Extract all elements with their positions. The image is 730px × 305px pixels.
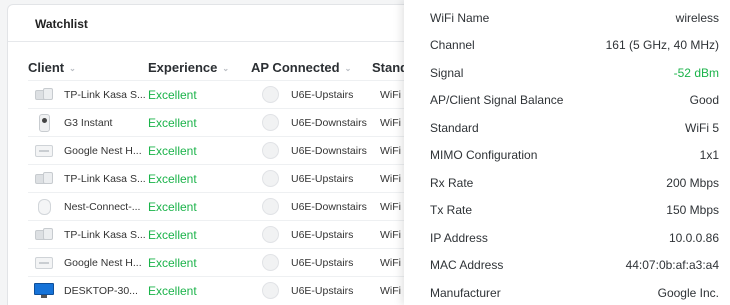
detail-row-ip-address: IP Address 10.0.0.86: [430, 228, 719, 248]
detail-value: WiFi 5: [685, 121, 719, 135]
smart-plug-icon: [32, 165, 56, 192]
client-name: Google Nest H...: [64, 144, 142, 157]
watchlist-divider: [8, 41, 466, 42]
detail-value: 1x1: [699, 148, 719, 162]
detail-row-wifi-name: WiFi Name wireless: [430, 8, 719, 28]
client-name: TP-Link Kasa S...: [64, 88, 146, 101]
detail-label: Manufacturer: [430, 286, 501, 300]
client-name: TP-Link Kasa S...: [64, 228, 146, 241]
table-row[interactable]: Google Nest H... Excellent U6E-Upstairs …: [28, 248, 468, 275]
detail-value: -52 dBm: [673, 66, 719, 80]
ap-connected-name: U6E-Downstairs: [291, 144, 367, 157]
client-name: Google Nest H...: [64, 256, 142, 269]
table-row[interactable]: TP-Link Kasa S... Excellent U6E-Upstairs…: [28, 164, 468, 191]
column-header-client-label: Client: [28, 60, 65, 75]
camera-icon: [32, 109, 56, 136]
table-row[interactable]: Google Nest H... Excellent U6E-Downstair…: [28, 136, 468, 163]
detail-label: WiFi Name: [430, 11, 490, 25]
column-header-standard-label: Stand: [372, 60, 409, 75]
table-row[interactable]: TP-Link Kasa S... Excellent U6E-Upstairs…: [28, 220, 468, 247]
experience-status: Excellent: [148, 143, 197, 158]
detail-label: Signal: [430, 66, 464, 80]
watchlist-panel: Watchlist Client ⌄ Experience ⌄ AP Conne…: [7, 4, 468, 305]
detail-value: 161 (5 GHz, 40 MHz): [605, 38, 719, 52]
column-header-ap-connected-label: AP Connected: [251, 60, 340, 75]
detail-row-tx-rate: Tx Rate 150 Mbps: [430, 200, 719, 220]
experience-status: Excellent: [148, 227, 197, 242]
experience-status: Excellent: [148, 283, 197, 298]
experience-status: Excellent: [148, 115, 197, 130]
experience-status: Excellent: [148, 171, 197, 186]
detail-row-signal-balance: AP/Client Signal Balance Good: [430, 90, 719, 110]
detail-value: Google Inc.: [657, 286, 719, 300]
sort-chevron-icon: ⌄: [344, 64, 352, 73]
detail-label: Channel: [430, 38, 475, 52]
column-header-client[interactable]: Client ⌄: [28, 60, 76, 75]
ap-connected-name: U6E-Upstairs: [291, 228, 354, 241]
detail-label: IP Address: [430, 231, 488, 245]
detail-label: AP/Client Signal Balance: [430, 93, 564, 107]
detail-row-mimo: MIMO Configuration 1x1: [430, 145, 719, 165]
hub-icon: [32, 137, 56, 164]
access-point-icon: [260, 277, 280, 304]
nest-connect-icon: [32, 193, 56, 220]
watchlist-title: Watchlist: [35, 17, 88, 31]
column-header-experience[interactable]: Experience ⌄: [148, 60, 229, 75]
desktop-icon: [32, 277, 56, 304]
detail-value: 44:07:0b:af:a3:a4: [625, 258, 719, 272]
detail-row-rx-rate: Rx Rate 200 Mbps: [430, 173, 719, 193]
smart-plug-icon: [32, 221, 56, 248]
ap-connected-name: U6E-Upstairs: [291, 256, 354, 269]
client-name: TP-Link Kasa S...: [64, 172, 146, 185]
ap-connected-name: U6E-Downstairs: [291, 116, 367, 129]
detail-value: wireless: [675, 11, 719, 25]
table-row[interactable]: G3 Instant Excellent U6E-Downstairs WiFi…: [28, 108, 468, 135]
access-point-icon: [260, 249, 280, 276]
detail-label: Rx Rate: [430, 176, 474, 190]
column-header-experience-label: Experience: [148, 60, 218, 75]
access-point-icon: [260, 81, 280, 108]
table-row[interactable]: Nest-Connect-... Excellent U6E-Downstair…: [28, 192, 468, 219]
hub-icon: [32, 249, 56, 276]
table-row[interactable]: DESKTOP-30... Excellent U6E-Upstairs WiF…: [28, 276, 468, 303]
detail-row-manufacturer: Manufacturer Google Inc.: [430, 283, 719, 303]
smart-plug-icon: [32, 81, 56, 108]
detail-value: Good: [689, 93, 719, 107]
sort-chevron-icon: ⌄: [69, 64, 76, 73]
detail-label: Standard: [430, 121, 479, 135]
ap-connected-name: U6E-Upstairs: [291, 88, 354, 101]
client-name: Nest-Connect-...: [64, 200, 141, 213]
client-name: G3 Instant: [64, 116, 113, 129]
experience-status: Excellent: [148, 199, 197, 214]
detail-value: 150 Mbps: [666, 203, 719, 217]
detail-row-signal: Signal -52 dBm: [430, 63, 719, 83]
access-point-icon: [260, 193, 280, 220]
detail-value: 10.0.0.86: [668, 231, 719, 245]
detail-row-mac-address: MAC Address 44:07:0b:af:a3:a4: [430, 255, 719, 275]
detail-label: Tx Rate: [430, 203, 473, 217]
detail-label: MAC Address: [430, 258, 504, 272]
access-point-icon: [260, 165, 280, 192]
column-header-ap-connected[interactable]: AP Connected ⌄: [251, 60, 351, 75]
client-name: DESKTOP-30...: [64, 284, 138, 297]
detail-value: 200 Mbps: [666, 176, 719, 190]
access-point-icon: [260, 137, 280, 164]
detail-row-standard: Standard WiFi 5: [430, 118, 719, 138]
access-point-icon: [260, 109, 280, 136]
experience-status: Excellent: [148, 255, 197, 270]
table-row[interactable]: TP-Link Kasa S... Excellent U6E-Upstairs…: [28, 80, 468, 107]
app-stage: Watchlist Client ⌄ Experience ⌄ AP Conne…: [0, 0, 730, 305]
ap-connected-name: U6E-Upstairs: [291, 172, 354, 185]
ap-connected-name: U6E-Downstairs: [291, 200, 367, 213]
detail-label: MIMO Configuration: [430, 148, 538, 162]
column-header-standard[interactable]: Stand: [372, 60, 408, 75]
client-detail-panel: WiFi Name wireless Channel 161 (5 GHz, 4…: [404, 0, 730, 305]
detail-row-channel: Channel 161 (5 GHz, 40 MHz): [430, 35, 719, 55]
sort-chevron-icon: ⌄: [222, 64, 230, 73]
access-point-icon: [260, 221, 280, 248]
experience-status: Excellent: [148, 87, 197, 102]
ap-connected-name: U6E-Upstairs: [291, 284, 354, 297]
